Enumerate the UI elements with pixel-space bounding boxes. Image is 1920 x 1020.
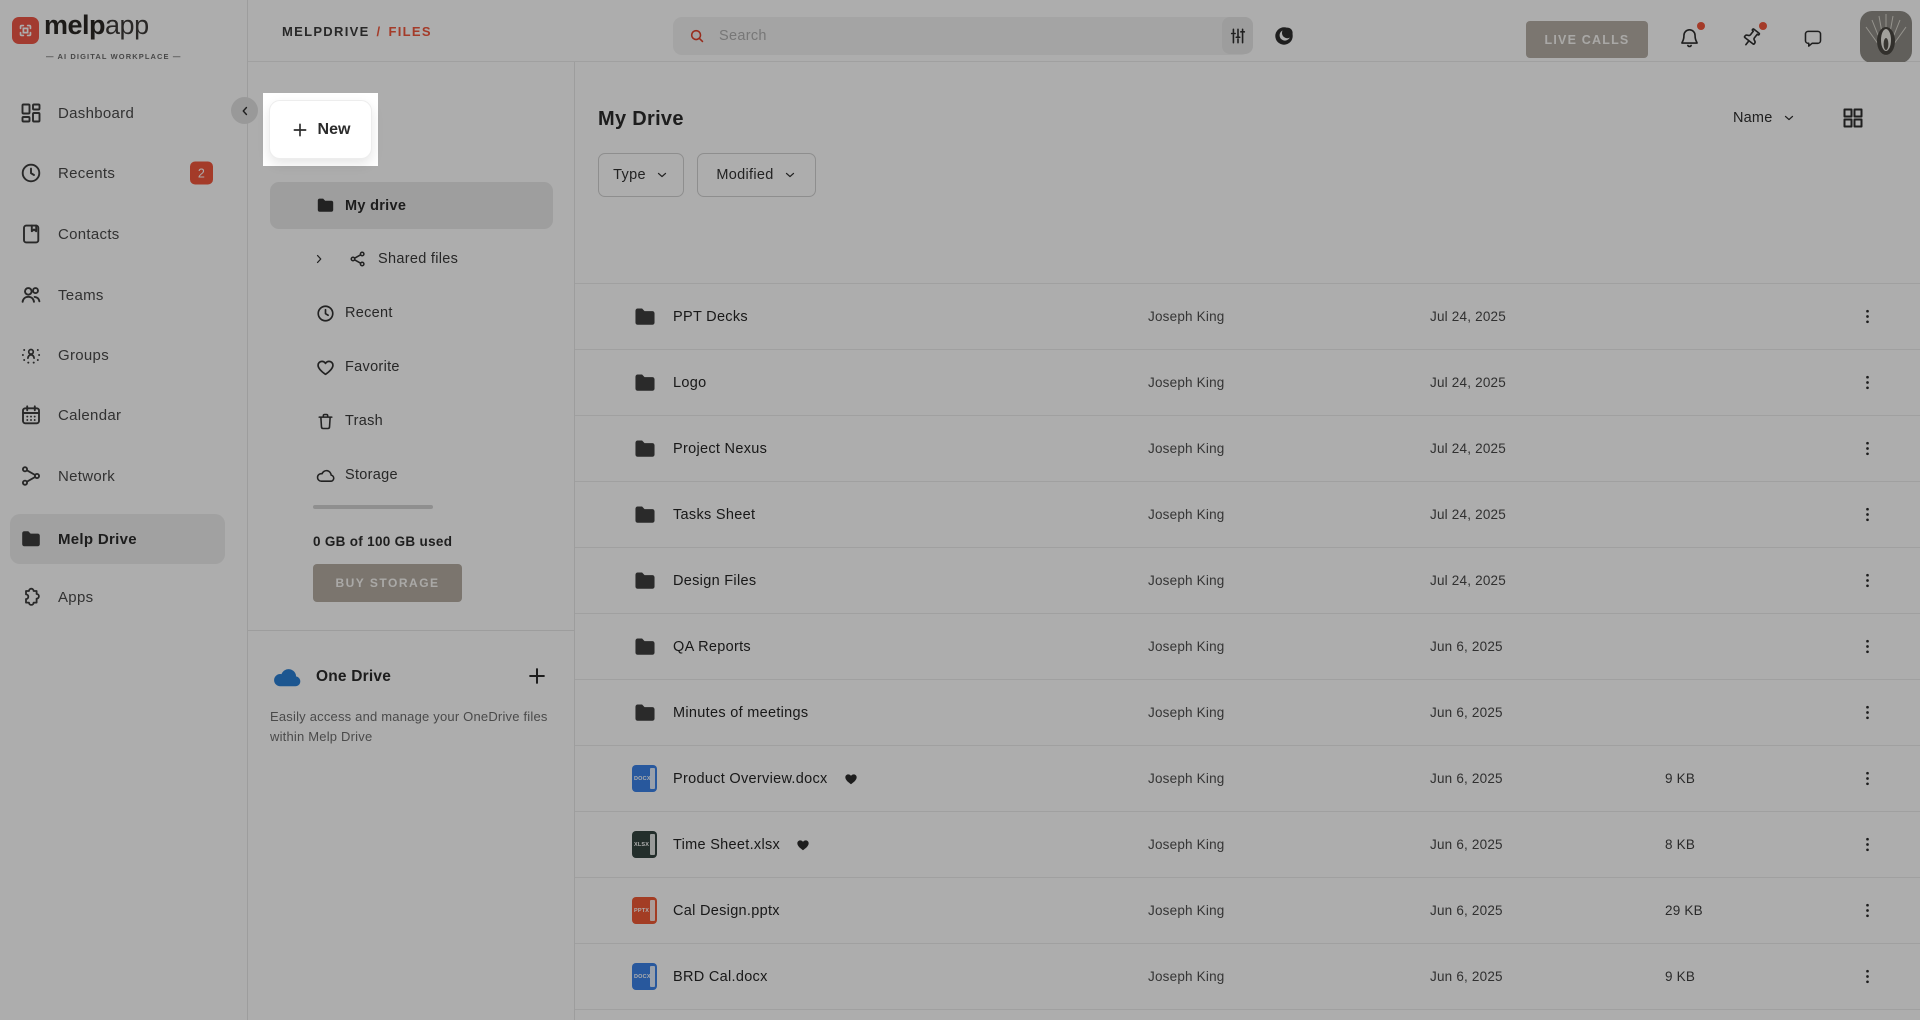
new-button-label: New [318, 121, 351, 139]
plus-icon [291, 121, 309, 139]
new-button-spotlight: New [263, 93, 378, 166]
new-button[interactable]: New [269, 100, 372, 159]
app-root: melpapp — AI DIGITAL WORKPLACE — Dashboa… [0, 0, 1920, 1020]
